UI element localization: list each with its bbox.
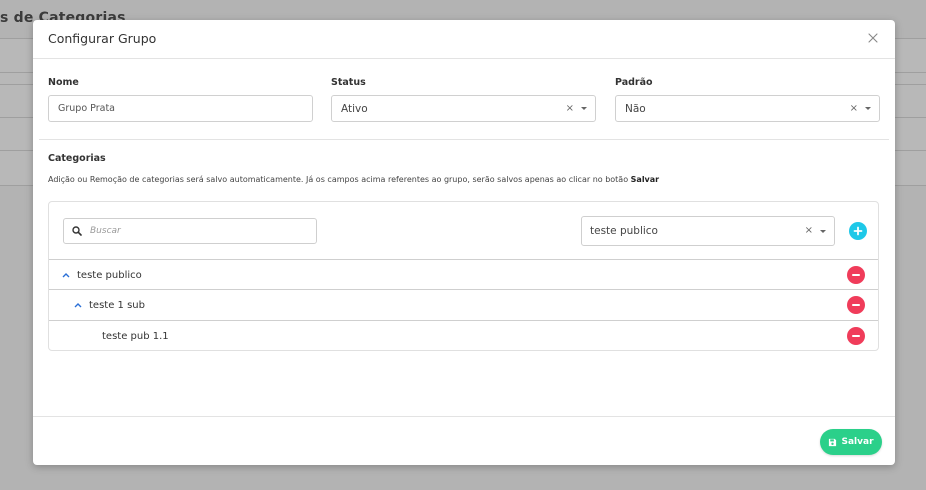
save-button-label: Salvar [841, 437, 874, 447]
close-icon [868, 33, 878, 43]
padrao-select-controls: × [850, 96, 871, 121]
chevron-up-icon[interactable] [73, 300, 83, 310]
tree-row-label: teste 1 sub [89, 299, 145, 311]
helper-text-bold: Salvar [630, 175, 660, 184]
status-label: Status [331, 77, 366, 88]
status-select-value: Ativo [341, 102, 368, 115]
status-select-controls: × [566, 96, 587, 121]
clear-icon[interactable]: × [850, 103, 858, 114]
section-divider [39, 139, 889, 140]
nome-input-value: Grupo Prata [58, 103, 115, 114]
category-select-value: teste publico [590, 225, 658, 237]
categories-panel: teste publico × teste publico [48, 201, 879, 351]
padrao-label: Padrão [615, 77, 653, 88]
remove-category-button[interactable] [847, 296, 865, 314]
minus-icon [852, 335, 860, 337]
search-icon [72, 226, 82, 236]
categories-title: Categorias [48, 153, 106, 164]
add-category-button[interactable] [849, 222, 867, 240]
category-select[interactable]: teste publico × [581, 216, 835, 246]
caret-down-icon[interactable] [820, 229, 826, 233]
tree-row-teste-1-sub[interactable]: teste 1 sub [49, 289, 878, 320]
caret-down-icon[interactable] [865, 107, 871, 110]
tree-row-label: teste publico [77, 269, 142, 281]
tree-row-label: teste pub 1.1 [102, 330, 169, 342]
tree-row-teste-pub-1-1[interactable]: teste pub 1.1 [49, 320, 878, 350]
category-search [63, 218, 317, 244]
minus-icon [852, 304, 860, 306]
padrao-select[interactable]: Não × [615, 95, 880, 122]
remove-category-button[interactable] [847, 327, 865, 345]
clear-icon[interactable]: × [566, 103, 574, 114]
floppy-disk-icon [829, 438, 837, 446]
close-button[interactable] [865, 30, 881, 46]
caret-down-icon[interactable] [581, 107, 587, 110]
status-select[interactable]: Ativo × [331, 95, 596, 122]
modal-footer: Salvar [33, 416, 895, 466]
modal-header: Configurar Grupo [33, 20, 895, 59]
configure-group-modal: Configurar Grupo Nome Grupo Prata Status… [33, 20, 895, 465]
padrao-select-value: Não [625, 102, 646, 115]
nome-input[interactable]: Grupo Prata [48, 95, 313, 122]
nome-label: Nome [48, 77, 79, 88]
save-button[interactable]: Salvar [820, 429, 882, 455]
modal-title: Configurar Grupo [48, 31, 157, 46]
clear-icon[interactable]: × [805, 226, 813, 236]
tree-row-teste-publico[interactable]: teste publico [49, 259, 878, 290]
minus-icon [852, 274, 860, 276]
category-select-controls: × [805, 217, 826, 245]
plus-icon [853, 226, 863, 236]
categories-helper-text: Adição ou Remoção de categorias será sal… [48, 175, 659, 184]
remove-category-button[interactable] [847, 266, 865, 284]
chevron-up-icon[interactable] [61, 270, 71, 280]
helper-text: Adição ou Remoção de categorias será sal… [48, 175, 629, 184]
search-input[interactable] [90, 226, 290, 236]
